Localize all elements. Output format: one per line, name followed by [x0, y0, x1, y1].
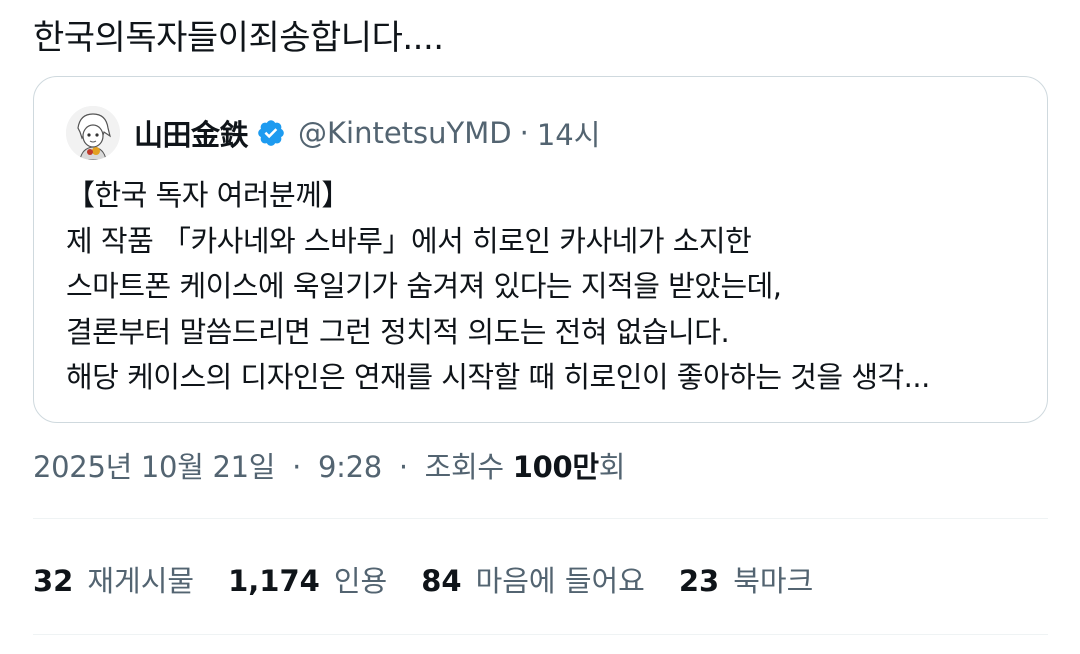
bookmarks-count: 23 [678, 564, 720, 598]
quotes-count: 1,174 [228, 564, 320, 598]
views-label: 조회수 [424, 450, 504, 484]
quoted-text-line: 결론부터 말씀드리면 그런 정치적 의도는 전혀 없습니다. [66, 314, 730, 349]
quotes-stat[interactable]: 1,174 인용 [228, 558, 387, 600]
verified-badge-icon [258, 120, 284, 146]
views-unit: 회 [598, 450, 626, 484]
quoted-text-line: 제 작품 「카사네와 스바루」에서 히로인 카사네가 소지한 [66, 223, 752, 258]
divider [33, 518, 1048, 519]
display-name[interactable]: 山田金鉄 [134, 112, 249, 154]
separator-dot: · [398, 450, 408, 484]
bookmarks-label: 북마크 [733, 564, 814, 598]
likes-label: 마음에 들어요 [475, 564, 645, 598]
reposts-label: 재게시물 [87, 564, 195, 598]
engagement-stats: 32 재게시물 1,174 인용 84 마음에 들어요 23 북마크 [33, 558, 847, 600]
post-time[interactable]: 14시 [537, 112, 601, 154]
quoted-post-text: 【한국 독자 여러분께】 제 작품 「카사네와 스바루」에서 히로인 카사네가 … [66, 173, 1026, 401]
post-text: 한국의독자들이죄송합니다.... [33, 18, 444, 58]
views-count: 100만 [512, 450, 599, 484]
reposts-count: 32 [33, 564, 74, 598]
separator-dot: · [292, 450, 302, 484]
handle[interactable]: @KintetsuYMD [298, 116, 512, 150]
quoted-text-line: 【한국 독자 여러분께】 [66, 178, 350, 212]
quoted-text-line: 해당 케이스의 디자인은 연재를 시작할 때 히로인이 좋아하는 것을 생각..… [66, 360, 930, 394]
quoted-text-line: 스마트폰 케이스에 욱일기가 숨겨져 있다는 지적을 받았는데, [66, 269, 782, 303]
post-detail: 한국의독자들이죄송합니다.... 山田金鉄 @KintetsuYMD · 14시… [0, 0, 1080, 654]
post-metadata: 2025년 10월 21일 · 9:28 · 조회수 100만회 [33, 444, 625, 486]
avatar-illustration-icon [66, 106, 120, 160]
likes-count: 84 [421, 564, 462, 598]
post-clock-time[interactable]: 9:28 [318, 450, 382, 484]
quoted-post-card[interactable]: 山田金鉄 @KintetsuYMD · 14시 【한국 독자 여러분께】 제 작… [33, 76, 1048, 423]
separator-dot: · [519, 116, 529, 150]
divider [33, 634, 1048, 635]
avatar[interactable] [66, 106, 120, 160]
post-date[interactable]: 2025년 10월 21일 [33, 450, 275, 484]
likes-stat[interactable]: 84 마음에 들어요 [421, 558, 645, 600]
bookmarks-stat[interactable]: 23 북마크 [679, 558, 813, 600]
reposts-stat[interactable]: 32 재게시물 [33, 558, 194, 600]
quotes-label: 인용 [333, 564, 388, 598]
quoted-post-header: 山田金鉄 @KintetsuYMD · 14시 [66, 105, 600, 161]
